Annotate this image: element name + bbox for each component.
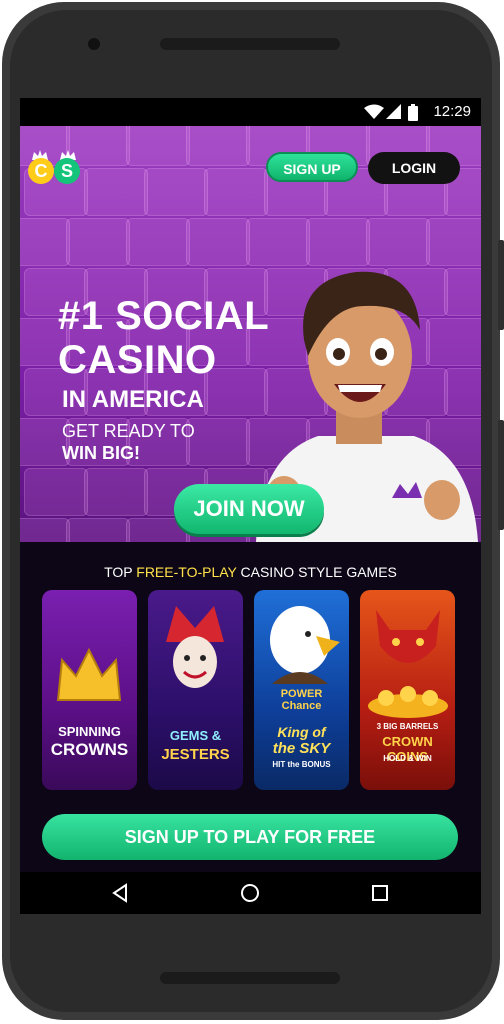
battery-icon [408, 104, 418, 121]
hero-headline: #1 SOCIAL CASINO [58, 294, 269, 382]
status-bar: 12:29 [20, 98, 481, 126]
game-title-line-1: GEMS & [169, 728, 222, 743]
front-camera [88, 38, 100, 50]
game-title-line-1: King of [277, 724, 326, 740]
background-tile [186, 418, 250, 466]
login-button[interactable]: LOGIN [368, 152, 460, 184]
eagle-icon [270, 606, 340, 684]
background-tile [20, 218, 70, 266]
power-button [498, 420, 504, 530]
android-nav-bar [20, 872, 481, 914]
game-card-spinning-crowns[interactable]: SPINNING CROWNS [42, 590, 137, 790]
background-tile [186, 218, 250, 266]
games-section: TOP FREE-TO-PLAY CASINO STYLE GAMES SPIN… [20, 542, 481, 914]
game-card-king-of-the-sky[interactable]: POWER Chance King of the SKY HIT the BONU… [254, 590, 349, 790]
home-icon[interactable] [240, 883, 260, 903]
background-tile [144, 168, 208, 216]
signup-play-free-button[interactable]: SIGN UP TO PLAY FOR FREE [42, 814, 458, 860]
background-tile [126, 126, 190, 166]
screen: 12:29 C S SIGN UP LOGIN #1 SOCIAL CASINO… [20, 98, 481, 914]
game-title-line-2: JESTERS [161, 746, 230, 763]
recents-icon[interactable] [370, 883, 390, 903]
background-tile [204, 168, 268, 216]
game-card-gems-jesters[interactable]: GEMS & JESTERS [148, 590, 243, 790]
earpiece-speaker [160, 38, 340, 50]
clock: 12:29 [433, 103, 471, 120]
background-tile [84, 468, 148, 516]
background-tile [84, 168, 148, 216]
background-tile [306, 218, 370, 266]
jester-icon [166, 606, 224, 688]
bottom-speaker [160, 972, 340, 984]
game-title-line-2: the SKY [272, 740, 331, 757]
logo-coin-s: S [54, 158, 80, 184]
games-section-title: TOP FREE-TO-PLAY CASINO STYLE GAMES [104, 564, 397, 580]
game-tagline: HIT the BONUS [272, 760, 331, 769]
background-tile [426, 218, 481, 266]
tagline-line-1: GET READY TO [62, 421, 195, 441]
back-icon[interactable] [110, 883, 130, 903]
background-tile [66, 518, 130, 542]
headline-line-1: #1 SOCIAL [58, 294, 270, 338]
volume-button [498, 240, 504, 330]
hero-banner: C S SIGN UP LOGIN #1 SOCIAL CASINO IN AM… [20, 126, 481, 542]
background-tile [20, 518, 70, 542]
background-tile [186, 126, 250, 166]
join-now-button[interactable]: JOIN NOW [174, 484, 324, 534]
headline-line-2: CASINO [58, 338, 217, 382]
game-title-line-1: SPINNING [58, 724, 121, 739]
power-chance-badge: POWER Chance [280, 688, 323, 712]
wifi-icon [364, 104, 384, 119]
game-title-line-1: 3 BIG BARRELS [376, 722, 439, 731]
background-tile [366, 218, 430, 266]
site-logo[interactable]: C S [28, 150, 88, 190]
background-tile [126, 218, 190, 266]
logo-coin-c: C [28, 158, 54, 184]
signup-button[interactable]: SIGN UP [266, 152, 358, 182]
background-tile [24, 468, 88, 516]
crown-icon [56, 647, 122, 701]
game-tagline: HOLD & WIN [383, 754, 432, 763]
background-tile [66, 218, 130, 266]
hero-tagline: GET READY TO WIN BIG! [62, 420, 195, 464]
game-card-crown-coins[interactable]: 3 BIG BARRELS CROWN COINS HOLD & WIN [360, 590, 455, 790]
hero-subheadline: IN AMERICA [62, 386, 204, 413]
background-tile [246, 218, 310, 266]
tagline-line-2: WIN BIG! [62, 443, 140, 463]
signal-icon [386, 104, 401, 119]
game-title-line-2: CROWNS [50, 740, 129, 759]
demon-icon [376, 610, 440, 663]
gold-coins-icon [368, 686, 448, 718]
